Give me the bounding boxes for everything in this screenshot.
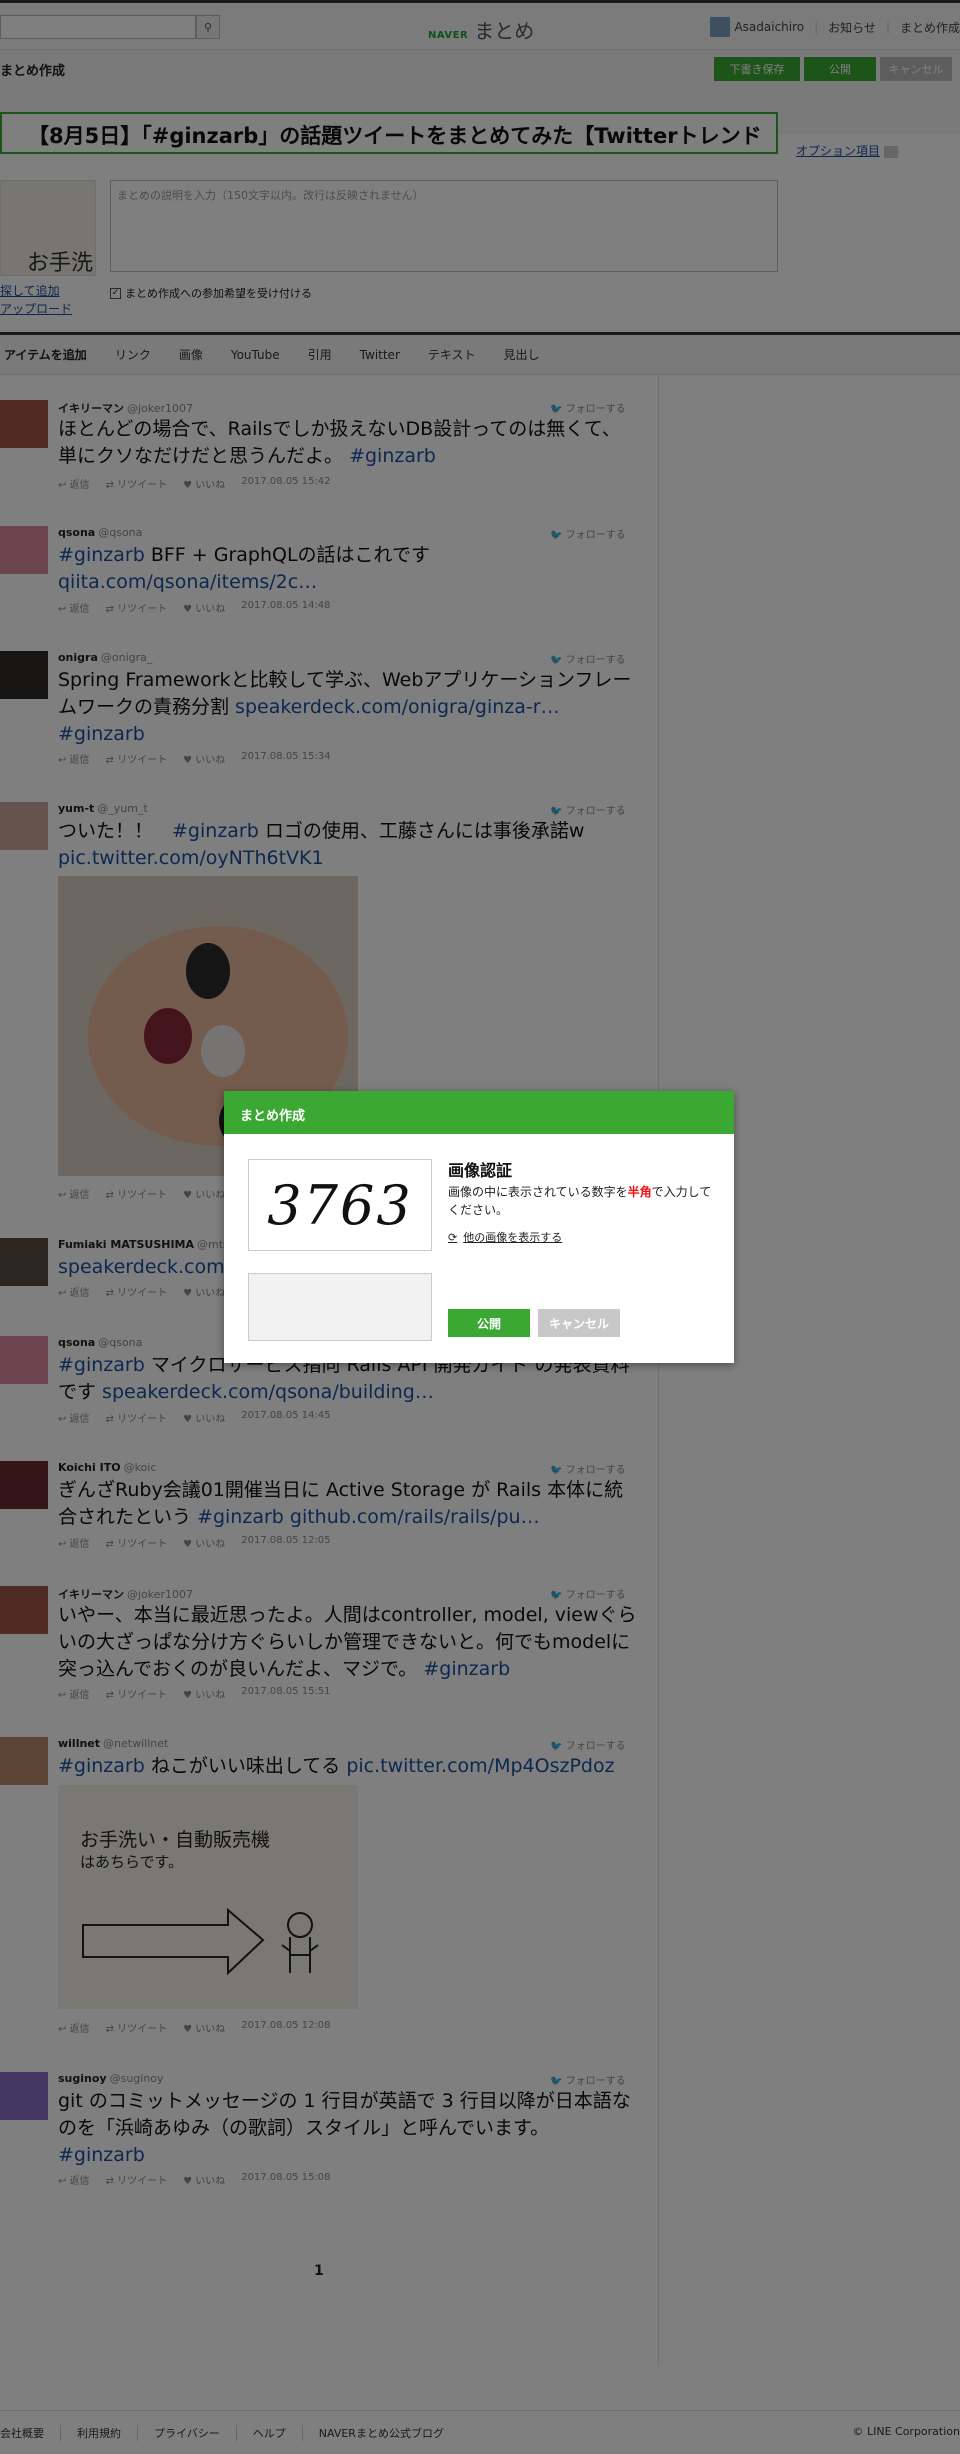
dialog-title: まとめ作成	[224, 1091, 734, 1134]
dialog-publish-button[interactable]: 公開	[448, 1309, 530, 1337]
captcha-image: 3763	[248, 1159, 432, 1251]
captcha-input[interactable]	[248, 1273, 432, 1341]
dialog-cancel-button[interactable]: キャンセル	[538, 1309, 620, 1337]
reload-captcha-link[interactable]: ⟳ 他の画像を表示する	[448, 1229, 562, 1245]
captcha-instructions: 画像の中に表示されている数字を半角で入力してください。	[448, 1185, 712, 1217]
captcha-dialog: まとめ作成 3763 画像認証 画像の中に表示されている数字を半角で入力してくだ…	[224, 1091, 734, 1363]
captcha-heading: 画像認証	[448, 1161, 513, 1180]
refresh-icon: ⟳	[448, 1230, 458, 1244]
